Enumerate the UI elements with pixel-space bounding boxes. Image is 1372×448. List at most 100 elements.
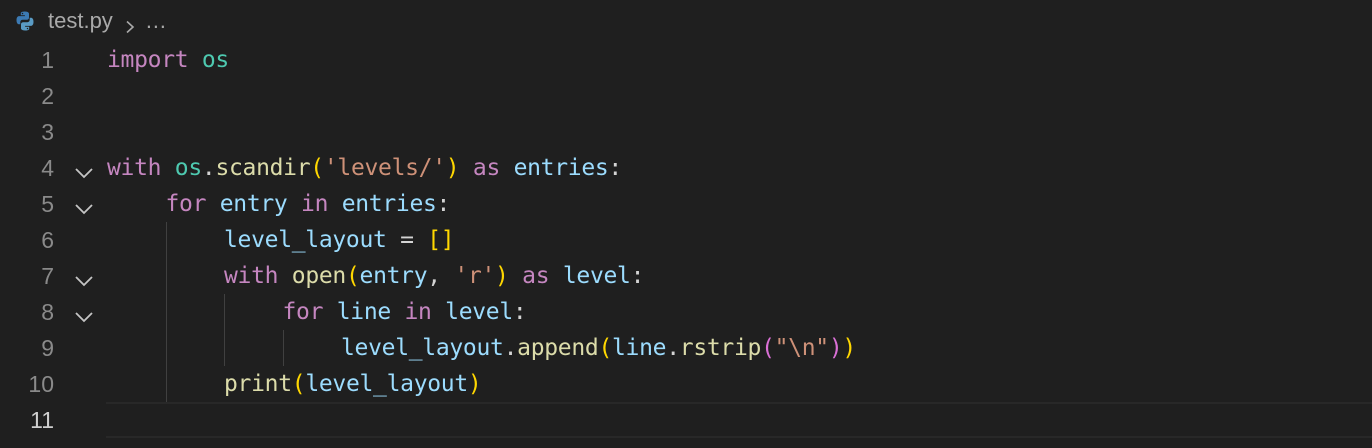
- code-line[interactable]: 8 for line in level:: [0, 294, 1372, 330]
- code-line[interactable]: 5 for entry in entries:: [0, 186, 1372, 222]
- code-line[interactable]: 3: [0, 114, 1372, 150]
- code-line[interactable]: 9 level_layout.append(line.rstrip("\n")): [0, 330, 1372, 366]
- code-token: ,: [427, 263, 455, 289]
- code-editor[interactable]: test.py … 1 import os 2 3 4 with os.scandir('…: [0, 0, 1372, 448]
- line-number: 7: [41, 263, 54, 289]
- code-line[interactable]: 11: [0, 402, 1372, 438]
- indent-guide: [165, 294, 167, 330]
- code-token: in: [301, 191, 329, 217]
- code-token: (: [598, 335, 612, 361]
- code-token: entries: [513, 155, 609, 181]
- code-token: .: [503, 335, 518, 361]
- code-token: .: [201, 155, 216, 181]
- code-token: level_layout: [224, 227, 387, 253]
- code-token: print: [224, 371, 292, 397]
- code-text: for entry in entries:: [166, 186, 451, 222]
- line-number: 8: [41, 299, 54, 325]
- code-token: level: [445, 299, 513, 325]
- code-token: level_layout: [305, 371, 468, 397]
- code-token: =: [386, 227, 428, 253]
- code-token: entry: [359, 263, 428, 289]
- chevron-down-icon[interactable]: [74, 267, 94, 287]
- breadcrumb-file-name[interactable]: test.py: [48, 8, 113, 34]
- code-line[interactable]: 1 import os: [0, 42, 1372, 78]
- code-token: as: [472, 155, 501, 181]
- line-number: 10: [28, 371, 54, 397]
- chevron-right-icon: [123, 14, 137, 34]
- line-number: 3: [41, 119, 54, 145]
- python-file-icon: [14, 10, 36, 32]
- code-line[interactable]: 7 with open(entry, 'r') as level:: [0, 258, 1372, 294]
- code-token: as: [522, 263, 550, 289]
- code-token: rstrip: [679, 335, 762, 361]
- indent-guide: [224, 294, 225, 330]
- code-token: :: [630, 263, 645, 289]
- line-number: 11: [30, 407, 54, 433]
- code-token: ): [445, 155, 460, 181]
- line-number: 2: [41, 83, 54, 109]
- indent-guide: [282, 330, 284, 366]
- code-token: with: [107, 155, 162, 181]
- code-area[interactable]: 1 import os 2 3 4 with os.scandir('levels/') …: [0, 42, 1372, 438]
- code-token: (: [761, 335, 775, 361]
- code-token: entries: [341, 191, 437, 217]
- breadcrumb-more[interactable]: …: [145, 8, 168, 34]
- chevron-down-icon[interactable]: [74, 159, 94, 179]
- code-token: :: [436, 191, 451, 217]
- code-token: (: [310, 155, 324, 181]
- code-token: ): [467, 371, 482, 397]
- code-line[interactable]: 2: [0, 78, 1372, 114]
- code-text: with os.scandir('levels/') as entries:: [107, 150, 622, 186]
- indent-guide: [165, 366, 167, 402]
- code-text: level_layout.append(line.rstrip("\n")): [341, 330, 856, 366]
- code-token: ): [828, 335, 843, 361]
- code-token: import: [107, 47, 189, 73]
- code-line[interactable]: 4 with os.scandir('levels/') as entries:: [0, 150, 1372, 186]
- line-number: 5: [41, 191, 54, 217]
- code-token: ): [842, 335, 856, 361]
- chevron-down-icon[interactable]: [74, 195, 94, 215]
- code-token: line: [336, 299, 392, 325]
- chevron-down-icon[interactable]: [74, 303, 94, 323]
- indent-guide: [165, 258, 167, 294]
- code-token: level: [562, 263, 631, 289]
- indent-guide: [165, 222, 167, 258]
- code-text: level_layout = []: [224, 222, 455, 258]
- code-token: :: [608, 155, 622, 181]
- code-token: with: [224, 263, 279, 289]
- code-token: ): [495, 263, 509, 289]
- code-token: os: [201, 47, 229, 73]
- line-number: 1: [41, 47, 54, 73]
- code-token: .: [666, 335, 680, 361]
- line-number: 9: [41, 335, 54, 361]
- code-token: "\n": [774, 335, 830, 361]
- code-token: line: [612, 335, 667, 361]
- code-token: scandir: [215, 155, 311, 181]
- code-line[interactable]: 10 print(level_layout): [0, 366, 1372, 402]
- code-token: []: [427, 227, 455, 253]
- code-text: with open(entry, 'r') as level:: [224, 258, 644, 294]
- indent-guide: [165, 330, 167, 366]
- code-token: os: [174, 155, 202, 181]
- indent-guide: [224, 330, 225, 366]
- code-token: :: [512, 299, 527, 325]
- code-token: entry: [219, 191, 288, 217]
- code-token: level_layout: [341, 335, 504, 361]
- code-text: import os: [107, 42, 229, 78]
- code-token: in: [404, 299, 432, 325]
- line-number: 4: [41, 155, 54, 181]
- code-text: for line in level:: [283, 294, 527, 330]
- code-line[interactable]: 6 level_layout = []: [0, 222, 1372, 258]
- code-token: for: [165, 191, 207, 217]
